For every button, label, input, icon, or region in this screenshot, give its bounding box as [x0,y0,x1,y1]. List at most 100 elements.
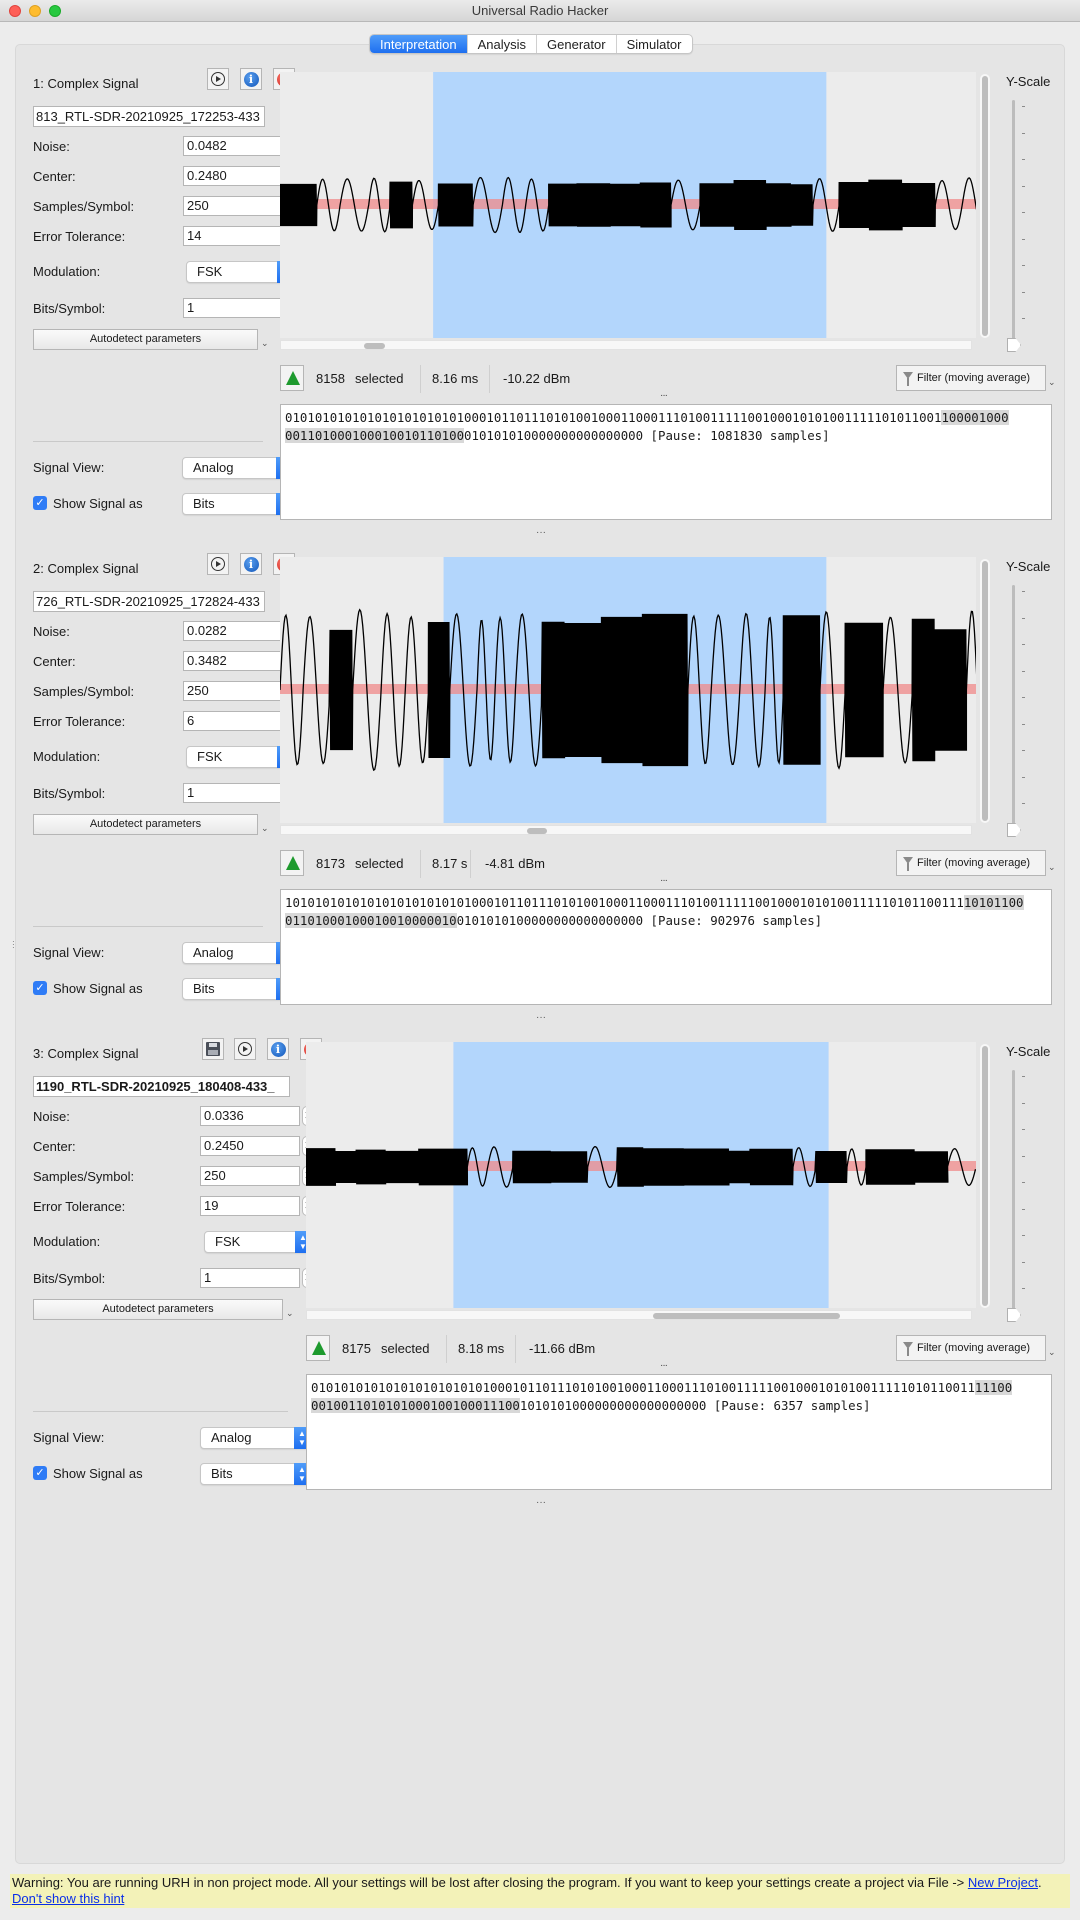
selected-samples-count[interactable]: 8175 [342,1341,371,1356]
signal-name-field[interactable]: 813_RTL-SDR-20210925_172253-433 [33,106,265,127]
vertical-scrollbar[interactable] [980,559,990,823]
center-input[interactable]: 0.2480 [183,166,283,186]
selection-status-bar: 8173 selected 8.17 s -4.81 dBm Filter (movin… [280,850,1056,878]
bits-per-symbol-input[interactable]: 1 [200,1268,300,1288]
show-selection-in-proto-button[interactable] [280,850,304,876]
vertical-scrollbar-thumb[interactable] [982,76,988,336]
modulation-select[interactable]: FSK▲▼ [186,746,293,768]
horizontal-scrollbar[interactable] [306,1310,972,1320]
replay-signal-button[interactable] [234,1038,256,1060]
chevron-down-icon[interactable]: ⌄ [1048,862,1056,873]
signal-info-button[interactable]: i [240,553,262,575]
samples-per-symbol-input[interactable]: 250 [183,196,283,216]
horizontal-scrollbar-thumb[interactable] [526,828,548,834]
play-icon [211,557,225,571]
panel-splitter-handle[interactable]: ··· [536,1012,546,1023]
signal-info-button[interactable]: i [240,68,262,90]
autodetect-parameters-button[interactable]: Autodetect parameters [33,1299,283,1320]
signal-view-select[interactable]: Analog▲▼ [182,457,292,479]
vertical-scrollbar-thumb[interactable] [982,1046,988,1306]
error-tolerance-input[interactable]: 6 [183,711,283,731]
show-signal-as-checkbox[interactable]: ✓ [33,1466,47,1480]
show-selection-in-proto-button[interactable] [280,365,304,391]
vertical-scrollbar[interactable] [980,1044,990,1308]
chevron-down-icon[interactable]: ⌄ [1048,1347,1056,1358]
new-project-link[interactable]: New Project [968,1875,1038,1890]
chevron-down-icon[interactable]: ⌄ [261,823,269,834]
chevron-down-icon[interactable]: ⌄ [286,1308,294,1319]
chevron-down-icon[interactable]: ⌄ [1048,377,1056,388]
y-scale-slider-track[interactable] [1012,100,1015,348]
y-scale-slider-handle[interactable] [1007,823,1021,837]
noise-input[interactable]: 0.0282 [183,621,283,641]
samples-per-symbol-input[interactable]: 250 [183,681,283,701]
save-signal-button[interactable] [202,1038,224,1060]
modulation-select[interactable]: FSK▲▼ [204,1231,311,1253]
tab-interpretation[interactable]: Interpretation [370,35,468,53]
splitter-handle[interactable]: ··· [660,1360,668,1371]
y-scale-slider-track[interactable] [1012,585,1015,833]
selection-power: -11.66 dBm [529,1341,596,1356]
horizontal-scrollbar[interactable] [280,825,972,835]
center-input[interactable]: 0.2450 [200,1136,300,1156]
replay-signal-button[interactable] [207,68,229,90]
signal-info-button[interactable]: i [267,1038,289,1060]
signal-waveform-view[interactable] [306,1042,976,1308]
tab-simulator[interactable]: Simulator [617,35,692,53]
horizontal-scrollbar-thumb[interactable] [653,1313,840,1319]
tab-analysis[interactable]: Analysis [468,35,538,53]
minimize-window-button[interactable] [29,5,41,17]
vertical-scrollbar[interactable] [980,74,990,338]
chevron-down-icon[interactable]: ⌄ [261,338,269,349]
error-tolerance-input[interactable]: 19 [200,1196,300,1216]
autodetect-parameters-button[interactable]: Autodetect parameters [33,329,258,350]
y-scale-slider-handle[interactable] [1007,338,1021,352]
panel-splitter-handle[interactable]: ··· [536,527,546,538]
selected-samples-count[interactable]: 8158 [316,371,345,386]
y-scale-slider-handle[interactable] [1007,1308,1021,1322]
show-signal-as-select[interactable]: Bits▲▼ [182,978,292,1000]
signal-waveform-view[interactable] [280,72,976,338]
splitter-handle[interactable]: ··· [12,938,15,952]
splitter-handle[interactable]: ··· [660,875,668,886]
filter-moving-average-button[interactable]: Filter (moving average) [896,850,1046,876]
noise-input[interactable]: 0.0482 [183,136,283,156]
autodetect-parameters-button[interactable]: Autodetect parameters [33,814,258,835]
replay-signal-button[interactable] [207,553,229,575]
error-tolerance-input[interactable]: 14 [183,226,283,246]
selected-samples-count[interactable]: 8173 [316,856,345,871]
samples-per-symbol-label: Samples/Symbol: [33,684,135,699]
show-signal-as-select[interactable]: Bits▲▼ [200,1463,310,1485]
signal-name-field[interactable]: 726_RTL-SDR-20210925_172824-433 [33,591,265,612]
splitter-handle[interactable]: ··· [660,390,668,401]
center-input[interactable]: 0.3482 [183,651,283,671]
maximize-window-button[interactable] [49,5,61,17]
panel-splitter-handle[interactable]: ··· [536,1497,546,1508]
tab-generator[interactable]: Generator [537,35,617,53]
horizontal-scrollbar-thumb[interactable] [364,343,385,349]
close-window-button[interactable] [9,5,21,17]
samples-per-symbol-input[interactable]: 250 [200,1166,300,1186]
show-signal-as-checkbox[interactable]: ✓ [33,981,47,995]
selection-status-bar: 8175 selected 8.18 ms -11.66 dBm Filter (mov… [306,1335,1056,1363]
demodulated-bits-view[interactable]: 0101010101010101010101010001011011101010… [280,404,1052,520]
signal-view-select[interactable]: Analog▲▼ [200,1427,310,1449]
filter-moving-average-button[interactable]: Filter (moving average) [896,365,1046,391]
vertical-scrollbar-thumb[interactable] [982,561,988,821]
horizontal-scrollbar[interactable] [280,340,972,350]
noise-input[interactable]: 0.0336 [200,1106,300,1126]
signal-waveform-view[interactable] [280,557,976,823]
bits-per-symbol-input[interactable]: 1 [183,783,283,803]
dont-show-hint-link[interactable]: Don't show this hint [12,1891,124,1906]
bits-per-symbol-input[interactable]: 1 [183,298,283,318]
signal-name-field[interactable]: 1190_RTL-SDR-20210925_180408-433_ [33,1076,290,1097]
modulation-select[interactable]: FSK▲▼ [186,261,293,283]
signal-view-select[interactable]: Analog▲▼ [182,942,292,964]
demodulated-bits-view[interactable]: 1010101010101010101010101000101101110101… [280,889,1052,1005]
y-scale-slider-track[interactable] [1012,1070,1015,1318]
demodulated-bits-view[interactable]: 0101010101010101010101010001011011101010… [306,1374,1052,1490]
show-signal-as-checkbox[interactable]: ✓ [33,496,47,510]
show-signal-as-select[interactable]: Bits▲▼ [182,493,292,515]
show-selection-in-proto-button[interactable] [306,1335,330,1361]
filter-moving-average-button[interactable]: Filter (moving average) [896,1335,1046,1361]
